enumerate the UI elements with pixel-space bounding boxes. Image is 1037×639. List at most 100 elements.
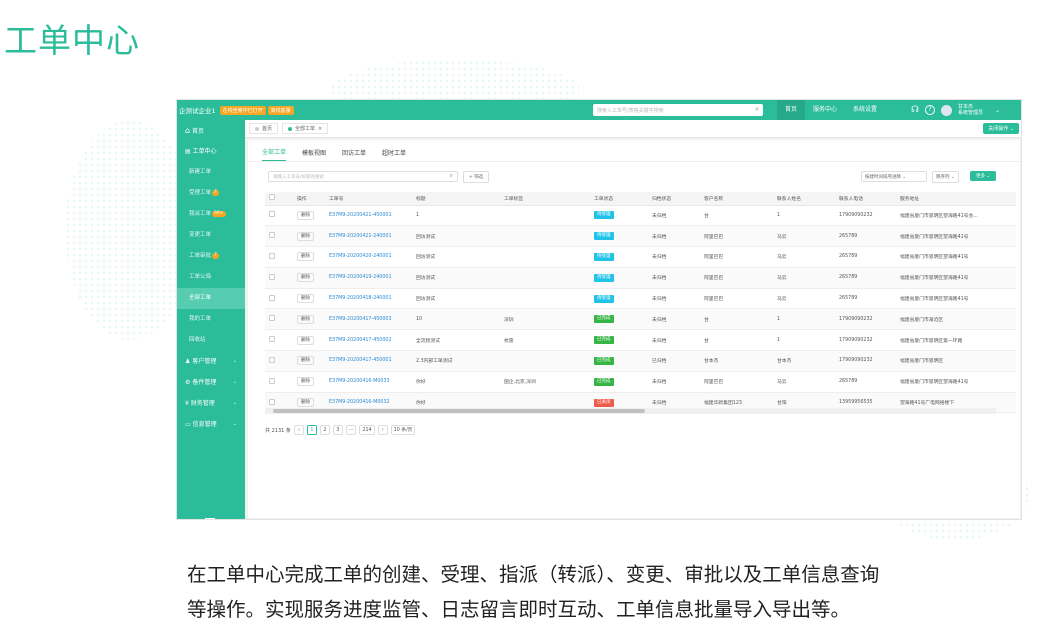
sidebar-subitem[interactable]: 变更工单 <box>177 225 245 246</box>
delete-button[interactable]: 删除 <box>297 398 314 408</box>
order-select[interactable]: 降序列 ⌄ <box>932 171 959 183</box>
row-checkbox[interactable] <box>269 356 275 363</box>
workorder-link[interactable]: E37M9-20200418-240001 <box>329 296 392 301</box>
user-info[interactable]: 甘本杰 系统管理员 <box>958 104 983 116</box>
sidebar-subitem[interactable]: 我的工单 <box>177 309 245 330</box>
collapse-handle[interactable] <box>205 518 215 519</box>
row-checkbox[interactable] <box>269 336 275 343</box>
delete-button[interactable]: 删除 <box>297 273 314 283</box>
avatar[interactable] <box>941 104 952 116</box>
table-row[interactable]: 删除 E37M9-20200420-240001 回访测试 待受理 未归档 阿里巴巴 马云 2… <box>265 246 1016 268</box>
workorder-link[interactable]: E37M9-20200417-450001 <box>329 358 392 363</box>
online-status-badge[interactable]: 在线坐席中已打开 <box>219 105 266 115</box>
workorder-link[interactable]: E37M9-20200417-450002 <box>329 338 392 343</box>
row-select-cell <box>265 205 293 227</box>
table-header: 操作 工单号 标题 工单标签 工单状态 归档状态 客户名称 联系人姓名 联系人电话 服务地址 <box>265 192 1016 206</box>
table-row[interactable]: 删除 E37M9-20200417-450001 2.3内部工单测试 已完成 已归档 甘本… <box>265 350 1016 372</box>
delete-button[interactable]: 删除 <box>297 356 314 366</box>
table-row[interactable]: 删除 E37M9-20200421-240001 回访测试 待受理 未归档 阿里巴巴 马云 2… <box>265 225 1016 248</box>
page-button[interactable]: 2 <box>319 425 330 435</box>
sidebar-subitem[interactable]: 全部工单 <box>177 288 245 309</box>
row-checkbox[interactable] <box>269 315 275 322</box>
column-header[interactable] <box>265 192 293 206</box>
sidebar-subitem[interactable]: 工单公海 <box>177 267 245 288</box>
row-checkbox[interactable] <box>269 377 275 384</box>
tab-all[interactable]: 全部工单 <box>262 147 287 161</box>
next-page-button[interactable]: › <box>377 425 388 435</box>
delete-button[interactable]: 删除 <box>297 252 314 262</box>
tab-home[interactable]: 首页 <box>249 123 279 134</box>
page-button[interactable]: 1 <box>306 425 317 435</box>
row-select-cell <box>265 288 293 310</box>
sidebar-subitem[interactable]: 回收站 <box>177 330 245 351</box>
sidebar-item-home[interactable]: ⌂ 首页 <box>177 120 245 141</box>
cell-archive: 未归档 <box>648 225 700 248</box>
delete-button[interactable]: 删除 <box>297 210 314 220</box>
table-row[interactable]: 删除 E37M9-20200421-450001 1 待受理 未归档 甘 1 17909090… <box>265 205 1016 227</box>
scrollbar-thumb[interactable] <box>273 409 645 413</box>
sidebar-item-workorder-center[interactable]: ▤ 工单中心 ⌃ <box>177 141 245 162</box>
search-icon[interactable]: ⌕ <box>755 105 759 114</box>
sidebar-subitem[interactable]: 工单审批 7 <box>177 246 245 267</box>
sidebar-item-finance[interactable]: ¥ 财务管理 ⌄ <box>177 393 245 414</box>
delete-button[interactable]: 删除 <box>297 377 314 387</box>
table-row[interactable]: 删除 E37M9-20200418-240001 回访测试 待受理 未归档 阿里巴巴 马云 2… <box>265 288 1016 310</box>
more-button[interactable]: 更多 ⌄ <box>970 171 997 181</box>
table-row[interactable]: 删除 E37M9-20200419-240001 回访测试 待受理 未归档 阿里巴巴 马云 2… <box>265 267 1016 289</box>
workorder-link[interactable]: E37M9-20200419-240001 <box>329 275 392 280</box>
cell-address: 福建省厦门市思明区望海路41号 <box>896 371 1016 393</box>
sidebar-item-customers[interactable]: ♟ 客户管理 ⌄ <box>177 351 245 372</box>
chevron-down-icon[interactable]: ⌄ <box>995 107 1000 114</box>
horizontal-scrollbar[interactable] <box>265 408 996 414</box>
table-row[interactable]: 删除 E37M9-20200416-M0033 你好 国企,北京,深圳 已完成 未归档 阿里… <box>265 371 1016 393</box>
row-checkbox[interactable] <box>269 273 275 280</box>
help-icon[interactable]: ? <box>925 105 935 115</box>
select-all-checkbox[interactable] <box>269 194 275 201</box>
tab-overtime[interactable]: 超时工单 <box>382 148 406 161</box>
nav-service-center[interactable]: 服务中心 <box>805 100 845 120</box>
tab-all-workorders[interactable]: 全部工单 × <box>282 123 329 134</box>
search-icon[interactable]: ⌕ <box>450 172 453 180</box>
offline-status-badge[interactable]: 离线客服 <box>267 105 294 115</box>
tab-template-view[interactable]: 模板视图 <box>302 148 326 161</box>
sidebar-subitem[interactable]: 我派工单 99+ <box>177 204 245 225</box>
row-checkbox[interactable] <box>269 211 275 218</box>
tab-return-visit[interactable]: 回访工单 <box>342 148 366 161</box>
prev-page-button[interactable]: ‹ <box>293 425 304 435</box>
page-ellipsis[interactable]: ··· <box>345 425 357 435</box>
table-row[interactable]: 删除 E37M9-20200417-450002 全流程测试 杭雷 已完成 未归档 甘 1 17… <box>265 329 1016 352</box>
workorder-link[interactable]: E37M9-20200416-M0032 <box>329 400 390 405</box>
workorder-search-input[interactable]: 请输入工单号/标题的搜索 ⌕ <box>268 171 458 182</box>
page-button[interactable]: 3 <box>332 425 343 435</box>
delete-button[interactable]: 删除 <box>297 314 314 324</box>
nav-home[interactable]: 首页 <box>777 100 806 120</box>
workorder-link[interactable]: E37M9-20200416-M0033 <box>329 379 390 384</box>
sidebar-item-parts[interactable]: ⚙ 备件管理 ⌄ <box>177 372 245 393</box>
nav-settings[interactable]: 系统设置 <box>845 100 885 120</box>
filter-button[interactable]: + 筛选 <box>463 171 490 183</box>
close-operations-button[interactable]: 关闭操作 ⌄ <box>983 123 1019 134</box>
delete-button[interactable]: 删除 <box>297 231 314 241</box>
row-checkbox[interactable] <box>269 398 275 405</box>
row-checkbox[interactable] <box>269 232 275 239</box>
time-sort-select[interactable]: 按建时间排序进降 ⌄ <box>861 171 927 182</box>
workorder-link[interactable]: E37M9-20200420-240001 <box>329 254 392 259</box>
company-name[interactable]: 企测试企业1 <box>179 105 216 115</box>
page-size-select[interactable]: 10 条/页 <box>390 425 416 435</box>
sidebar-item-info[interactable]: ▭ 信息管理 ⌄ <box>177 414 245 435</box>
row-checkbox[interactable] <box>269 294 275 301</box>
delete-button[interactable]: 删除 <box>297 335 314 345</box>
workorder-link[interactable]: E37M9-20200421-450001 <box>329 213 392 218</box>
delete-button[interactable]: 删除 <box>297 294 314 304</box>
table-row[interactable]: 删除 E37M9-20200417-450003 10 深圳 已完成 未归档 甘 1 17909… <box>265 308 1016 331</box>
workorder-link[interactable]: E37M9-20200421-240001 <box>329 234 392 239</box>
close-icon[interactable]: × <box>318 126 322 132</box>
sidebar-subitem[interactable]: 受理工单 7 <box>177 183 245 204</box>
page-button[interactable]: 214 <box>359 425 375 435</box>
workorder-link[interactable]: E37M9-20200417-450003 <box>329 317 392 322</box>
sidebar-subitem[interactable]: 新建工单 <box>177 162 245 183</box>
row-checkbox[interactable] <box>269 252 275 259</box>
global-search-input[interactable]: 搜索入工单号/表格关键字搜索 ⌕ <box>593 104 763 116</box>
cell-text: 1 <box>777 212 781 218</box>
headset-icon[interactable]: ☊ <box>911 105 919 115</box>
